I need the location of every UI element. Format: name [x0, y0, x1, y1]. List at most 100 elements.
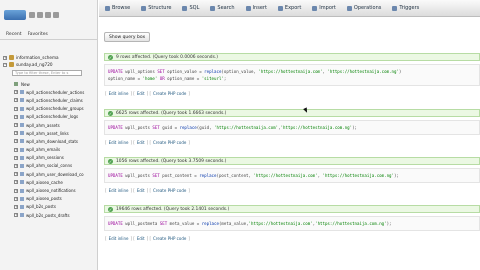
table-label[interactable]: wpll_aioseo_cache	[26, 180, 63, 185]
new-table-item[interactable]: New	[14, 80, 97, 88]
expand-icon[interactable]: +	[14, 196, 18, 201]
table-label[interactable]: wpll_ahm_assets	[26, 123, 60, 128]
table-label[interactable]: wpll_ahm_user_download_co	[26, 172, 84, 177]
logout-icon[interactable]	[37, 12, 43, 18]
create-php-code-link[interactable]: Create PHP code	[153, 140, 186, 145]
tab-label[interactable]: Import	[319, 5, 336, 11]
table-label[interactable]: wpll_actionscheduler_logs	[26, 114, 78, 119]
table-item[interactable]: + wpll_b2s_posts_drafts	[14, 211, 97, 219]
create-php-code-link[interactable]: Create PHP code	[153, 188, 186, 193]
tab-structure[interactable]: Structure	[141, 5, 171, 11]
table-label[interactable]: wpll_ahm_sessions	[26, 155, 64, 160]
tab-recent[interactable]: Recent	[6, 32, 22, 37]
edit-inline-link[interactable]: Edit inline	[109, 91, 129, 96]
table-item[interactable]: + wpll_actionscheduler_logs	[14, 113, 97, 121]
db-label[interactable]: information_schema	[16, 55, 59, 60]
collapse-icon[interactable]: −	[3, 62, 7, 67]
expand-icon[interactable]: +	[14, 114, 18, 119]
table-icon	[20, 196, 24, 201]
show-query-box-button[interactable]: Show query box	[104, 32, 151, 42]
edit-inline-link[interactable]: Edit inline	[109, 188, 129, 193]
expand-icon[interactable]: +	[14, 131, 18, 136]
table-label[interactable]: wpll_aioseo_notifications	[26, 188, 76, 193]
table-item[interactable]: + wpll_ahm_sessions	[14, 154, 97, 162]
table-filter-input[interactable]: Type to filter these, Enter to s	[12, 70, 82, 76]
tab-triggers[interactable]: Triggers	[392, 5, 419, 11]
tab-import[interactable]: Import	[312, 5, 336, 11]
edit-inline-link[interactable]: Edit inline	[109, 140, 129, 145]
export-icon	[277, 5, 283, 11]
table-label[interactable]: wpll_ahm_asset_links	[26, 131, 69, 136]
tab-export[interactable]: Export	[277, 5, 301, 11]
home-icon[interactable]	[29, 12, 35, 18]
edit-link[interactable]: Edit	[137, 188, 145, 193]
tab-search[interactable]: Search	[210, 5, 235, 11]
expand-icon[interactable]: +	[14, 139, 18, 144]
expand-icon[interactable]: +	[14, 147, 18, 152]
table-label[interactable]: wpll_ahm_emails	[26, 147, 60, 152]
tab-label[interactable]: Browse	[112, 5, 130, 11]
table-item[interactable]: + wpll_actionscheduler_claims	[14, 96, 97, 104]
expand-icon[interactable]: +	[14, 90, 18, 95]
create-php-code-link[interactable]: Create PHP code	[153, 236, 186, 241]
table-item[interactable]: + wpll_actionscheduler_actions	[14, 88, 97, 96]
table-item[interactable]: + wpll_aioseo_cache	[14, 178, 97, 186]
tab-label[interactable]: SQL	[189, 5, 199, 11]
table-label[interactable]: wpll_actionscheduler_actions	[26, 90, 84, 95]
table-label[interactable]: wpll_ahm_download_stats	[26, 139, 78, 144]
table-item[interactable]: + wpll_ahm_assets	[14, 121, 97, 129]
table-item[interactable]: + wpll_aioseo_posts	[14, 195, 97, 203]
edit-inline-link[interactable]: Edit inline	[109, 236, 129, 241]
sql-query-box: UPDATE wpll_postmeta SET meta_value = re…	[104, 216, 480, 231]
db-label[interactable]: sunday.ad_ng720	[16, 62, 53, 67]
settings-icon[interactable]	[53, 12, 59, 18]
table-label[interactable]: wpll_b2s_posts	[26, 204, 56, 209]
expand-icon[interactable]: +	[14, 163, 18, 168]
tab-label[interactable]: Search	[217, 5, 234, 11]
table-item[interactable]: + wpll_ahm_user_download_co	[14, 170, 97, 178]
create-php-code-link[interactable]: Create PHP code	[153, 91, 186, 96]
table-label[interactable]: wpll_ahm_social_conns	[26, 163, 72, 168]
table-item[interactable]: + wpll_actionscheduler_groups	[14, 105, 97, 113]
expand-icon[interactable]: +	[3, 55, 7, 60]
phpmyadmin-logo[interactable]	[0, 0, 97, 30]
table-item[interactable]: + wpll_ahm_social_conns	[14, 162, 97, 170]
edit-link[interactable]: Edit	[137, 236, 145, 241]
tab-label[interactable]: Insert	[253, 5, 267, 11]
table-label[interactable]: wpll_aioseo_posts	[26, 196, 62, 201]
table-item[interactable]: + wpll_ahm_asset_links	[14, 129, 97, 137]
table-item[interactable]: + wpll_b2s_posts	[14, 203, 97, 211]
tab-label[interactable]: Operations	[354, 5, 382, 11]
table-label[interactable]: wpll_b2s_posts_drafts	[26, 213, 70, 218]
expand-icon[interactable]: +	[14, 106, 18, 111]
table-item[interactable]: + wpll_aioseo_notifications	[14, 186, 97, 194]
tab-label[interactable]: Triggers	[399, 5, 419, 11]
tab-operations[interactable]: Operations	[346, 5, 382, 11]
table-icon	[20, 98, 24, 103]
edit-link[interactable]: Edit	[137, 91, 145, 96]
tab-favorites[interactable]: Favorites	[28, 32, 48, 37]
tab-browse[interactable]: Browse	[105, 5, 130, 11]
expand-icon[interactable]: +	[14, 155, 18, 160]
table-label[interactable]: wpll_actionscheduler_groups	[26, 106, 84, 111]
expand-icon[interactable]: +	[14, 123, 18, 128]
tab-sql[interactable]: SQL	[182, 5, 199, 11]
table-item[interactable]: + wpll_ahm_download_stats	[14, 137, 97, 145]
db-node-information-schema[interactable]: + information_schema	[0, 54, 97, 61]
expand-icon[interactable]: +	[14, 98, 18, 103]
table-label[interactable]: wpll_actionscheduler_claims	[26, 98, 83, 103]
expand-icon[interactable]: +	[14, 172, 18, 177]
tab-label[interactable]: Export	[285, 5, 301, 11]
expand-icon[interactable]: +	[14, 204, 18, 209]
expand-icon[interactable]: +	[14, 213, 18, 218]
search-icon	[210, 5, 216, 11]
edit-link[interactable]: Edit	[137, 140, 145, 145]
table-item[interactable]: + wpll_ahm_emails	[14, 146, 97, 154]
new-label[interactable]: New	[21, 82, 30, 87]
db-node-sunday[interactable]: − sunday.ad_ng720	[0, 61, 97, 68]
tab-insert[interactable]: Insert	[245, 5, 267, 11]
expand-icon[interactable]: +	[14, 180, 18, 185]
tab-label[interactable]: Structure	[148, 5, 171, 11]
docs-icon[interactable]	[45, 12, 51, 18]
expand-icon[interactable]: +	[14, 188, 18, 193]
